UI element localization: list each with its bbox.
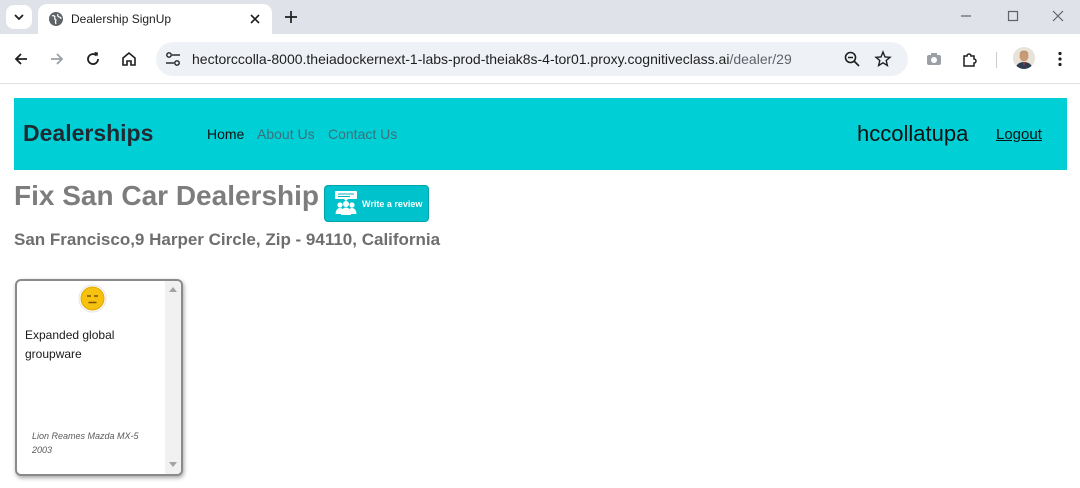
review-year: 2003 bbox=[32, 445, 53, 455]
more-menu-icon[interactable] bbox=[1051, 50, 1069, 68]
new-tab-icon[interactable] bbox=[282, 8, 300, 26]
write-review-button[interactable]: Write a review bbox=[324, 185, 429, 222]
url-host: hectorccolla-8000.theiadockernext-1-labs… bbox=[192, 51, 730, 67]
close-icon[interactable] bbox=[247, 11, 263, 27]
site-settings-icon[interactable] bbox=[164, 51, 182, 67]
username-label: hccollatupa bbox=[857, 121, 969, 146]
tab-title: Dealership SignUp bbox=[71, 12, 172, 26]
dealer-name-heading: Fix San Car Dealership bbox=[14, 180, 320, 211]
brand-title[interactable]: Dealerships bbox=[23, 120, 153, 147]
browser-tab-strip: Dealership SignUp bbox=[0, 0, 1080, 34]
address-bar[interactable]: hectorccolla-8000.theiadockernext-1-labs… bbox=[156, 42, 908, 76]
home-icon[interactable] bbox=[120, 50, 138, 68]
people-review-icon bbox=[335, 191, 357, 215]
maximize-icon[interactable] bbox=[1005, 8, 1021, 24]
neutral-face-icon bbox=[78, 284, 107, 313]
nav-link-about-us[interactable]: About Us bbox=[257, 126, 315, 142]
extensions-puzzle-icon[interactable] bbox=[961, 50, 979, 68]
browser-toolbar: hectorccolla-8000.theiadockernext-1-labs… bbox=[0, 34, 1080, 84]
reload-icon[interactable] bbox=[84, 50, 102, 68]
url-path: /dealer/29 bbox=[729, 51, 792, 67]
review-text: Expanded global groupware bbox=[25, 328, 115, 361]
browser-tab[interactable]: Dealership SignUp bbox=[38, 4, 272, 34]
scroll-down-arrow-icon[interactable] bbox=[169, 462, 177, 467]
profile-avatar[interactable] bbox=[1013, 47, 1035, 69]
scroll-up-arrow-icon[interactable] bbox=[169, 287, 177, 292]
tab-search-button[interactable] bbox=[6, 5, 32, 29]
toolbar-divider bbox=[996, 52, 997, 68]
nav-link-home[interactable]: Home bbox=[207, 126, 244, 142]
review-card[interactable]: Expanded global groupware Lion Reames Ma… bbox=[15, 279, 183, 476]
window-close-icon[interactable] bbox=[1050, 8, 1066, 24]
logout-link[interactable]: Logout bbox=[996, 126, 1042, 143]
forward-arrow-icon[interactable] bbox=[48, 50, 66, 68]
write-review-label: Write a review bbox=[362, 199, 423, 209]
bookmark-star-icon[interactable] bbox=[874, 50, 892, 68]
dealer-address: San Francisco,9 Harper Circle, Zip - 941… bbox=[14, 230, 441, 249]
zoom-icon[interactable] bbox=[843, 50, 861, 68]
back-arrow-icon[interactable] bbox=[12, 50, 30, 68]
site-navbar: Dealerships Home About Us Contact Us hcc… bbox=[14, 98, 1067, 170]
camera-icon[interactable] bbox=[925, 50, 943, 68]
review-scrollbar[interactable] bbox=[165, 281, 181, 474]
url-text: hectorccolla-8000.theiadockernext-1-labs… bbox=[192, 51, 792, 67]
nav-link-contact-us[interactable]: Contact Us bbox=[328, 126, 397, 142]
globe-icon bbox=[49, 12, 63, 26]
chevron-down-icon bbox=[14, 14, 24, 21]
person-icon bbox=[1013, 47, 1035, 69]
minimize-icon[interactable] bbox=[958, 8, 974, 24]
reviewer-info: Lion Reames Mazda MX-5 2003 bbox=[32, 429, 162, 457]
reviewer-car: Lion Reames Mazda MX-5 bbox=[32, 431, 139, 441]
